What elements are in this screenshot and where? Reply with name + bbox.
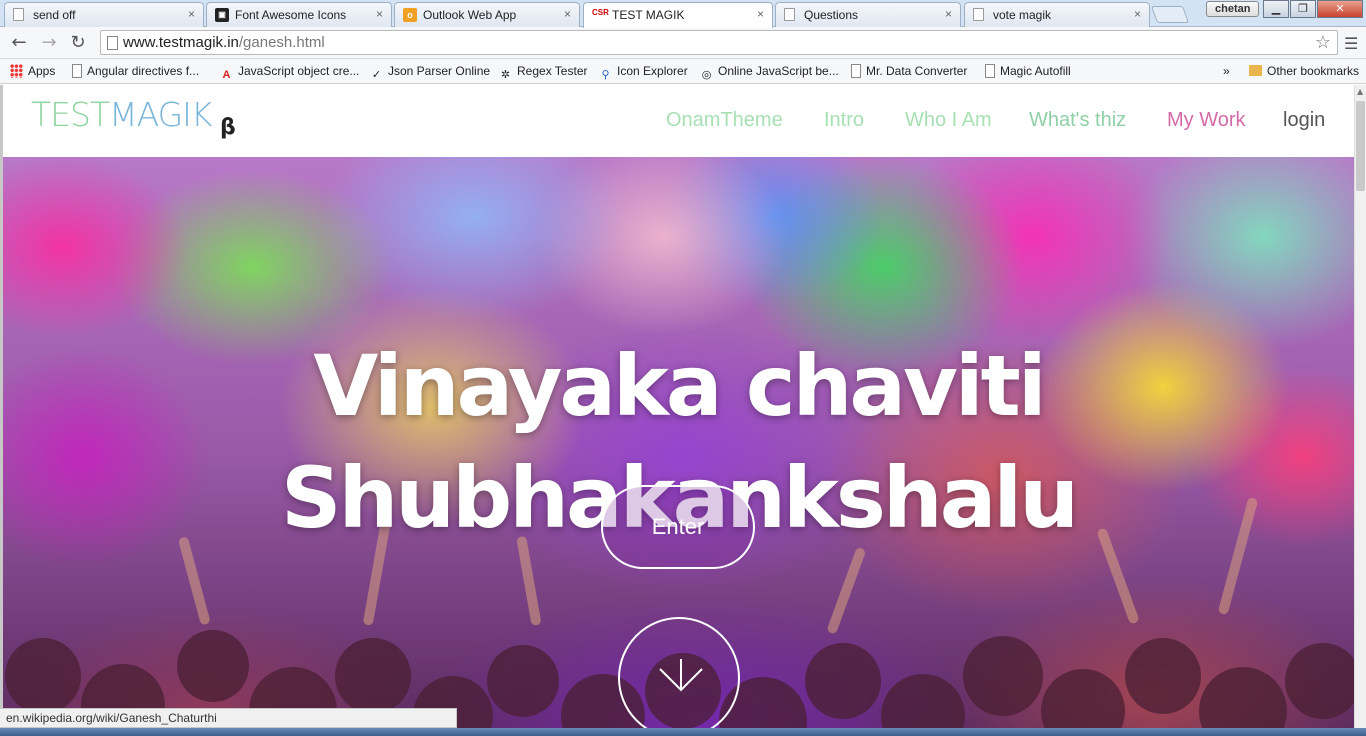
nav-my-work[interactable]: My Work	[1167, 109, 1246, 132]
enter-button[interactable]: Enter	[601, 485, 755, 569]
site-navbar: TESTMAGIK β OnamTheme Intro Who I Am Wha…	[3, 85, 1354, 157]
bookmarks-overflow-chevron[interactable]: »	[1223, 63, 1230, 80]
json-icon: ✓	[371, 69, 382, 81]
close-icon[interactable]: ×	[945, 7, 952, 21]
scrollbar-thumb[interactable]	[1356, 101, 1365, 191]
address-bar[interactable]: www.testmagik.in/ganesh.html ☆	[100, 30, 1338, 55]
nav-who-i-am[interactable]: Who I Am	[905, 109, 992, 132]
tab-test-magik[interactable]: CSR TEST MAGIK ×	[583, 2, 773, 28]
nav-onamtheme[interactable]: OnamTheme	[666, 109, 783, 132]
scroll-up-icon[interactable]: ▲	[1357, 87, 1363, 96]
browser-toolbar: ← → ↻ www.testmagik.in/ganesh.html ☆ ☰	[0, 27, 1366, 59]
minimize-button[interactable]: ▁	[1263, 0, 1289, 18]
os-taskbar	[0, 728, 1366, 736]
nav-whats-thiz[interactable]: What's thiz	[1029, 109, 1126, 132]
tab-outlook[interactable]: o Outlook Web App ×	[394, 2, 580, 27]
doc-icon	[784, 8, 795, 21]
page-icon	[107, 36, 118, 50]
apps-icon	[10, 64, 23, 78]
forward-button[interactable]: →	[38, 32, 60, 54]
bookmark-star-icon[interactable]: ☆	[1315, 32, 1331, 53]
chevron-down-icon	[659, 659, 703, 692]
page-viewport: TESTMAGIK β OnamTheme Intro Who I Am Wha…	[0, 85, 1354, 736]
url-text[interactable]: www.testmagik.in/ganesh.html	[123, 34, 325, 51]
new-tab-button[interactable]	[1150, 6, 1190, 23]
bookmark-magic-autofill[interactable]: Magic Autofill	[985, 63, 1071, 80]
beautifier-icon: ◎	[701, 69, 712, 81]
csr-icon: CSR	[592, 8, 609, 17]
status-url-bubble: en.wikipedia.org/wiki/Ganesh_Chaturthi	[0, 708, 457, 728]
tab-title: Questions	[804, 8, 859, 22]
close-icon[interactable]: ×	[757, 7, 764, 21]
tab-title: Font Awesome Icons	[235, 8, 347, 22]
tab-send-off[interactable]: send off ×	[4, 2, 204, 27]
tab-questions[interactable]: Questions ×	[775, 2, 961, 27]
doc-icon	[72, 64, 82, 78]
search-icon: ⚲	[601, 69, 610, 81]
tab-title: Outlook Web App	[423, 8, 517, 22]
maximize-button[interactable]: ❐	[1290, 0, 1316, 18]
bookmark-icon-explorer[interactable]: ⚲ Icon Explorer	[599, 63, 687, 81]
bookmark-data-converter[interactable]: Mr. Data Converter	[851, 63, 967, 80]
site-logo[interactable]: TESTMAGIK	[31, 95, 213, 134]
beta-badge: β	[220, 115, 236, 140]
close-icon[interactable]: ×	[1134, 7, 1141, 21]
bookmarks-bar: Apps Angular directives f... A JavaScript…	[0, 59, 1366, 84]
back-button[interactable]: ←	[8, 32, 30, 54]
hero-section: Vinayaka chaviti Shubhakankshalu Enter	[3, 157, 1354, 736]
tab-strip: send off × ▣ Font Awesome Icons × o Outl…	[0, 0, 1366, 28]
nav-intro[interactable]: Intro	[824, 109, 864, 132]
scroll-down-button[interactable]	[618, 617, 740, 736]
bookmark-angular[interactable]: Angular directives f...	[72, 63, 199, 80]
tab-title: send off	[33, 8, 76, 22]
bookmark-other[interactable]: Other bookmarks	[1249, 63, 1359, 80]
tab-font-awesome[interactable]: ▣ Font Awesome Icons ×	[206, 2, 392, 27]
tab-title: vote magik	[993, 8, 1052, 22]
tab-vote-magik[interactable]: vote magik ×	[964, 2, 1150, 27]
regex-icon: ✲	[500, 69, 511, 81]
doc-icon	[13, 8, 24, 21]
tab-title: TEST MAGIK	[612, 8, 685, 22]
bookmark-js-beautifier[interactable]: ◎ Online JavaScript be...	[700, 63, 839, 81]
reload-button[interactable]: ↻	[67, 32, 89, 54]
close-icon[interactable]: ×	[188, 7, 195, 21]
user-profile-button[interactable]: chetan	[1206, 1, 1260, 17]
folder-icon	[1249, 65, 1262, 76]
bookmark-apps[interactable]: Apps	[10, 63, 55, 80]
doc-icon	[851, 64, 861, 78]
close-icon[interactable]: ×	[376, 7, 383, 21]
nav-login[interactable]: login	[1283, 109, 1325, 132]
bookmark-regex[interactable]: ✲ Regex Tester	[499, 63, 588, 81]
hero-title-line1: Vinayaka chaviti	[313, 337, 1046, 435]
bookmark-js-object[interactable]: A JavaScript object cre...	[220, 63, 360, 81]
menu-icon[interactable]: ☰	[1344, 34, 1358, 53]
doc-icon	[985, 64, 995, 78]
doc-icon	[973, 8, 984, 21]
window-close-button[interactable]: ✕	[1317, 0, 1363, 18]
adobe-icon: A	[222, 69, 231, 81]
close-icon[interactable]: ×	[564, 7, 571, 21]
bookmark-json-parser[interactable]: ✓ Json Parser Online	[370, 63, 490, 81]
outlook-icon: o	[403, 8, 417, 22]
font-awesome-icon: ▣	[215, 8, 229, 22]
page-scrollbar[interactable]: ▲	[1354, 85, 1366, 736]
